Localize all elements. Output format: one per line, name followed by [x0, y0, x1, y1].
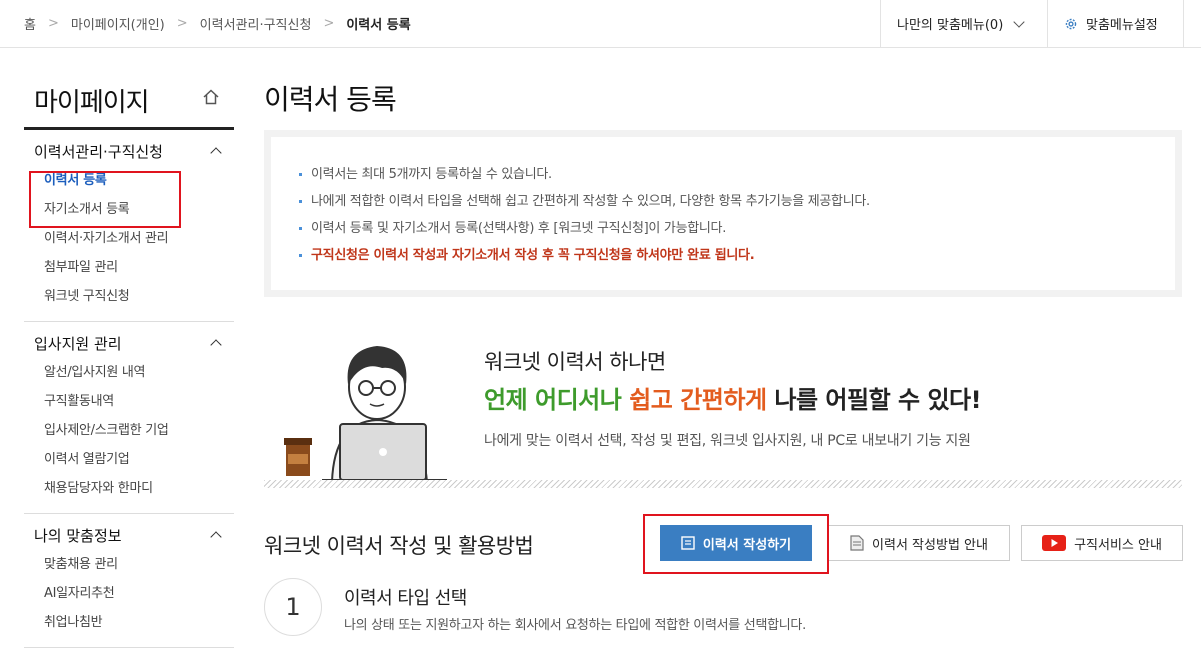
step-title: 이력서 타입 선택	[344, 588, 467, 609]
notice-item: 이력서는 최대 5개까지 등록하실 수 있습니다.	[291, 161, 1155, 188]
sidebar-group-header[interactable]: 나의 맞춤정보	[24, 524, 234, 546]
sidebar-item-viewed-companies[interactable]: 이력서 열람기업	[24, 445, 234, 474]
sidebar-group-label: 입사지원 관리	[34, 334, 122, 353]
step-description: 나의 상태 또는 지원하고자 하는 회사에서 요청하는 타입에 적합한 이력서를…	[344, 618, 806, 633]
sidebar-item-offers-scraps[interactable]: 입사제안/스크랩한 기업	[24, 416, 234, 445]
resume-guide-button[interactable]: 이력서 작성방법 안내	[828, 525, 1010, 561]
menu-settings-label: 맞춤메뉴설정	[1086, 18, 1158, 33]
breadcrumb-resume-manage[interactable]: 이력서관리·구직신청	[200, 14, 312, 33]
job-service-button[interactable]: 구직서비스 안내	[1021, 525, 1183, 561]
breadcrumb: 홈 > 마이페이지(개인) > 이력서관리·구직신청 > 이력서 등록	[24, 0, 411, 46]
job-service-label: 구직서비스 안내	[1074, 537, 1162, 553]
sidebar-item-job-activity[interactable]: 구직활동내역	[24, 387, 234, 416]
sidebar-item-resume-manage[interactable]: 이력서·자기소개서 관리	[24, 224, 234, 253]
resume-guide-label: 이력서 작성방법 안내	[872, 537, 988, 553]
banner-text: 워크넷 이력서 하나면 언제 어디서나 쉽고 간편하게 나를 어필할 수 있다!…	[484, 346, 982, 450]
my-menu-label: 나만의 맞춤메뉴(0)	[897, 18, 1004, 33]
notice-item: 나에게 적합한 이력서 타입을 선택해 쉽고 간편하게 작성할 수 있으며, 다…	[291, 188, 1155, 215]
sidebar-item-ai-recommend[interactable]: AI일자리추천	[24, 579, 234, 608]
gear-icon	[1065, 18, 1077, 29]
breadcrumb-separator: >	[176, 15, 188, 31]
sidebar-item-career-compass[interactable]: 취업나침반	[24, 608, 234, 637]
sidebar-group-custom: 나의 맞춤정보 맞춤채용 관리 AI일자리추천 취업나침반	[24, 514, 234, 648]
sidebar-item-custom-jobs[interactable]: 맞춤채용 관리	[24, 550, 234, 579]
page-title: 이력서 등록	[264, 83, 397, 116]
banner-slogan-green: 언제 어디서나	[484, 386, 622, 414]
sidebar-item-recruiter-message[interactable]: 채용담당자와 한마디	[24, 474, 234, 503]
sidebar-title: 마이페이지	[34, 88, 150, 118]
person-laptop-illustration	[284, 346, 447, 482]
promo-banner: 워크넷 이력서 하나면 언제 어디서나 쉽고 간편하게 나를 어필할 수 있다!…	[264, 320, 1182, 488]
sidebar-group-label: 이력서관리·구직신청	[34, 142, 163, 161]
banner-slogan: 언제 어디서나 쉽고 간편하게 나를 어필할 수 있다!	[484, 380, 982, 420]
breadcrumb-mypage[interactable]: 마이페이지(개인)	[71, 14, 165, 33]
banner-headline: 워크넷 이력서 하나면	[484, 350, 666, 374]
chevron-down-icon	[1013, 15, 1025, 28]
highlight-box	[29, 171, 181, 228]
highlight-box	[643, 514, 829, 574]
breadcrumb-home[interactable]: 홈	[24, 14, 36, 33]
banner-slogan-orange: 쉽고 간편하게	[629, 386, 767, 414]
step-number: 1	[264, 578, 322, 636]
sidebar: 마이페이지 이력서관리·구직신청 이력서 등록 자기소개서 등록 이력서·자기소…	[24, 70, 234, 648]
sidebar-group-header[interactable]: 입사지원 관리	[24, 332, 234, 354]
chevron-up-icon	[210, 147, 222, 159]
chevron-up-icon	[210, 339, 222, 351]
breadcrumb-current: 이력서 등록	[346, 17, 411, 33]
home-icon[interactable]	[202, 88, 220, 106]
sidebar-item-application-history[interactable]: 알선/입사지원 내역	[24, 358, 234, 387]
my-menu-dropdown[interactable]: 나만의 맞춤메뉴(0)	[880, 0, 1047, 47]
sidebar-group-header[interactable]: 이력서관리·구직신청	[24, 140, 234, 162]
notice-item-warning: 구직신청은 이력서 작성과 자기소개서 작성 후 꼭 구직신청을 하셔야만 완료…	[291, 242, 1155, 269]
sidebar-group-application: 입사지원 관리 알선/입사지원 내역 구직활동내역 입사제안/스크랩한 기업 이…	[24, 322, 234, 514]
breadcrumb-separator: >	[323, 15, 335, 31]
menu-settings-button[interactable]: 맞춤메뉴설정	[1047, 0, 1184, 47]
sidebar-item-attachments[interactable]: 첨부파일 관리	[24, 253, 234, 282]
notice-item: 이력서 등록 및 자기소개서 등록(선택사항) 후 [워크넷 구직신청]이 가능…	[291, 215, 1155, 242]
chevron-up-icon	[210, 531, 222, 543]
main-content: 이력서 등록 이력서는 최대 5개까지 등록하실 수 있습니다. 나에게 적합한…	[264, 70, 1183, 636]
breadcrumb-separator: >	[47, 15, 59, 31]
sidebar-group-label: 나의 맞춤정보	[34, 526, 122, 545]
sidebar-header: 마이페이지	[24, 70, 234, 130]
banner-divider	[264, 480, 1182, 488]
notice-box: 이력서는 최대 5개까지 등록하실 수 있습니다. 나에게 적합한 이력서 타입…	[264, 130, 1182, 297]
top-bar: 홈 > 마이페이지(개인) > 이력서관리·구직신청 > 이력서 등록 나만의 …	[0, 0, 1201, 48]
sidebar-item-job-apply[interactable]: 워크넷 구직신청	[24, 282, 234, 311]
section-title: 워크넷 이력서 작성 및 활용방법	[264, 534, 534, 558]
youtube-icon	[1042, 535, 1067, 551]
banner-slogan-rest: 나를 어필할 수 있다!	[774, 386, 982, 414]
banner-description: 나에게 맞는 이력서 선택, 작성 및 편집, 워크넷 입사지원, 내 PC로 …	[484, 433, 971, 449]
document-icon	[850, 535, 864, 551]
